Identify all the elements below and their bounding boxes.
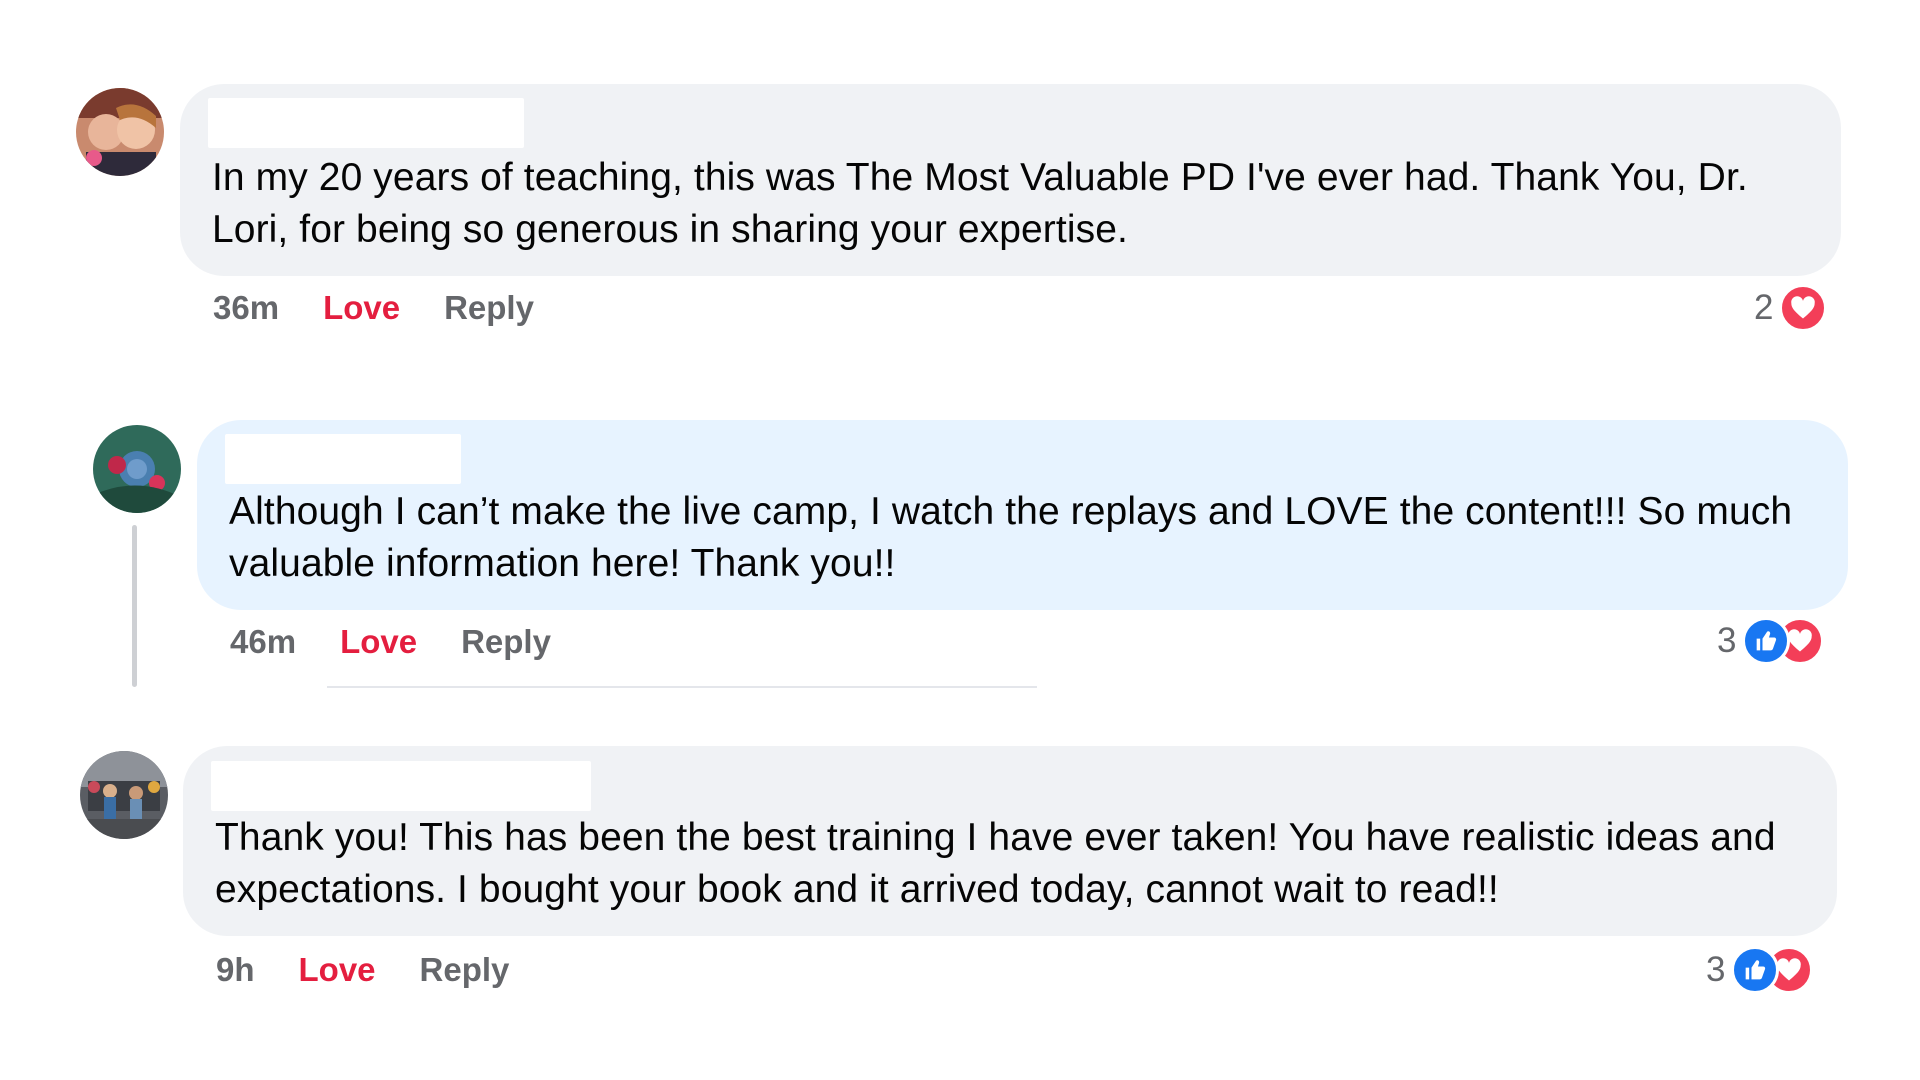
reply-button[interactable]: Reply [420, 951, 510, 989]
avatar[interactable] [80, 751, 168, 839]
comment-actions: 36m Love Reply [213, 286, 534, 330]
timestamp[interactable]: 36m [213, 289, 279, 327]
reaction-count: 3 [1706, 950, 1726, 989]
divider [327, 686, 1037, 688]
comment-text: Thank you! This has been the best traini… [215, 816, 1776, 911]
thread-line [132, 525, 137, 687]
reply-button[interactable]: Reply [461, 623, 551, 661]
comment-actions: 46m Love Reply [230, 620, 551, 664]
love-button[interactable]: Love [340, 623, 417, 661]
love-button[interactable]: Love [299, 951, 376, 989]
author-name-redacted[interactable] [208, 98, 524, 148]
timestamp[interactable]: 46m [230, 623, 296, 661]
reply-button[interactable]: Reply [444, 289, 534, 327]
avatar[interactable] [76, 88, 164, 176]
reaction-count: 3 [1717, 621, 1737, 660]
timestamp[interactable]: 9h [216, 951, 255, 989]
reaction-count: 2 [1754, 288, 1774, 327]
comment-text: Although I can’t make the live camp, I w… [229, 490, 1793, 585]
love-icon [1779, 284, 1828, 332]
author-name-redacted[interactable] [225, 434, 461, 484]
comment-actions: 9h Love Reply [216, 948, 509, 992]
comment-bubble: Thank you! This has been the best traini… [183, 746, 1837, 936]
comment-bubble: Although I can’t make the live camp, I w… [197, 420, 1848, 610]
love-button[interactable]: Love [323, 289, 400, 327]
avatar[interactable] [93, 425, 181, 513]
comment-text: In my 20 years of teaching, this was The… [212, 156, 1748, 251]
reaction-summary[interactable]: 2 [1754, 283, 1828, 333]
author-name-redacted[interactable] [211, 761, 591, 811]
reaction-summary[interactable]: 3 [1706, 945, 1814, 995]
comment-bubble: In my 20 years of teaching, this was The… [180, 84, 1841, 276]
reaction-summary[interactable]: 3 [1717, 616, 1825, 666]
